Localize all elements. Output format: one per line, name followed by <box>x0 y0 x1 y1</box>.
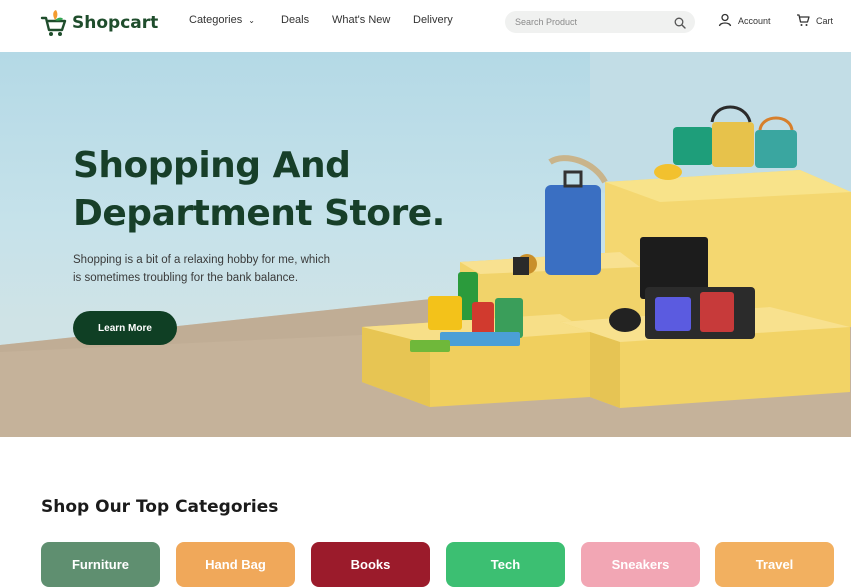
category-card-hand-bag[interactable]: Hand Bag <box>176 542 295 587</box>
category-label: Furniture <box>71 557 130 572</box>
brand-name: Shopcart <box>72 13 159 33</box>
hero-description: Shopping is a bit of a relaxing hobby fo… <box>73 251 403 287</box>
user-icon <box>718 13 732 29</box>
menu-delivery[interactable]: Delivery <box>413 14 453 26</box>
chevron-down-icon: ⌄ <box>248 16 255 25</box>
cart-icon <box>796 13 810 29</box>
brand-logo[interactable]: Shopcart <box>40 8 158 38</box>
category-card-tech[interactable]: Tech <box>446 542 565 587</box>
hero-description-line2: is sometimes troubling for the bank bala… <box>73 272 299 284</box>
category-label: Tech <box>490 557 521 572</box>
menu-categories[interactable]: Categories ⌄ <box>189 14 255 26</box>
menu-deals[interactable]: Deals <box>281 14 309 26</box>
category-label: Travel <box>755 557 794 572</box>
menu-categories-label: Categories <box>189 14 243 26</box>
category-card-furniture[interactable]: Furniture <box>41 542 160 587</box>
cart-link[interactable]: Cart <box>796 13 833 29</box>
account-label: Account <box>738 16 771 26</box>
hero-scene <box>0 52 851 437</box>
section-title: Shop Our Top Categories <box>41 497 279 517</box>
category-card-books[interactable]: Books <box>311 542 430 587</box>
cart-logo-icon <box>40 8 68 38</box>
category-card-travel[interactable]: Travel <box>715 542 834 587</box>
hero-title: Shopping And Department Store. <box>73 142 445 238</box>
search-icon[interactable] <box>674 16 686 34</box>
search-placeholder: Search Product <box>515 17 578 27</box>
hero-title-line1: Shopping And <box>73 145 351 186</box>
learn-more-button[interactable]: Learn More <box>73 311 177 345</box>
hero-title-line2: Department Store. <box>73 193 445 234</box>
top-navbar: Shopcart Categories ⌄ Deals What's New D… <box>0 0 851 50</box>
cart-label: Cart <box>816 16 834 26</box>
menu-whats-new[interactable]: What's New <box>332 14 390 26</box>
category-card-sneakers[interactable]: Sneakers <box>581 542 700 587</box>
category-label: Books <box>350 557 391 572</box>
hero-description-line1: Shopping is a bit of a relaxing hobby fo… <box>73 254 330 266</box>
category-label: Hand Bag <box>205 557 266 572</box>
search-input[interactable]: Search Product <box>505 11 695 33</box>
account-link[interactable]: Account <box>718 13 771 29</box>
category-label: Sneakers <box>611 557 670 572</box>
hero-banner: Shopping And Department Store. Shopping … <box>0 52 851 437</box>
